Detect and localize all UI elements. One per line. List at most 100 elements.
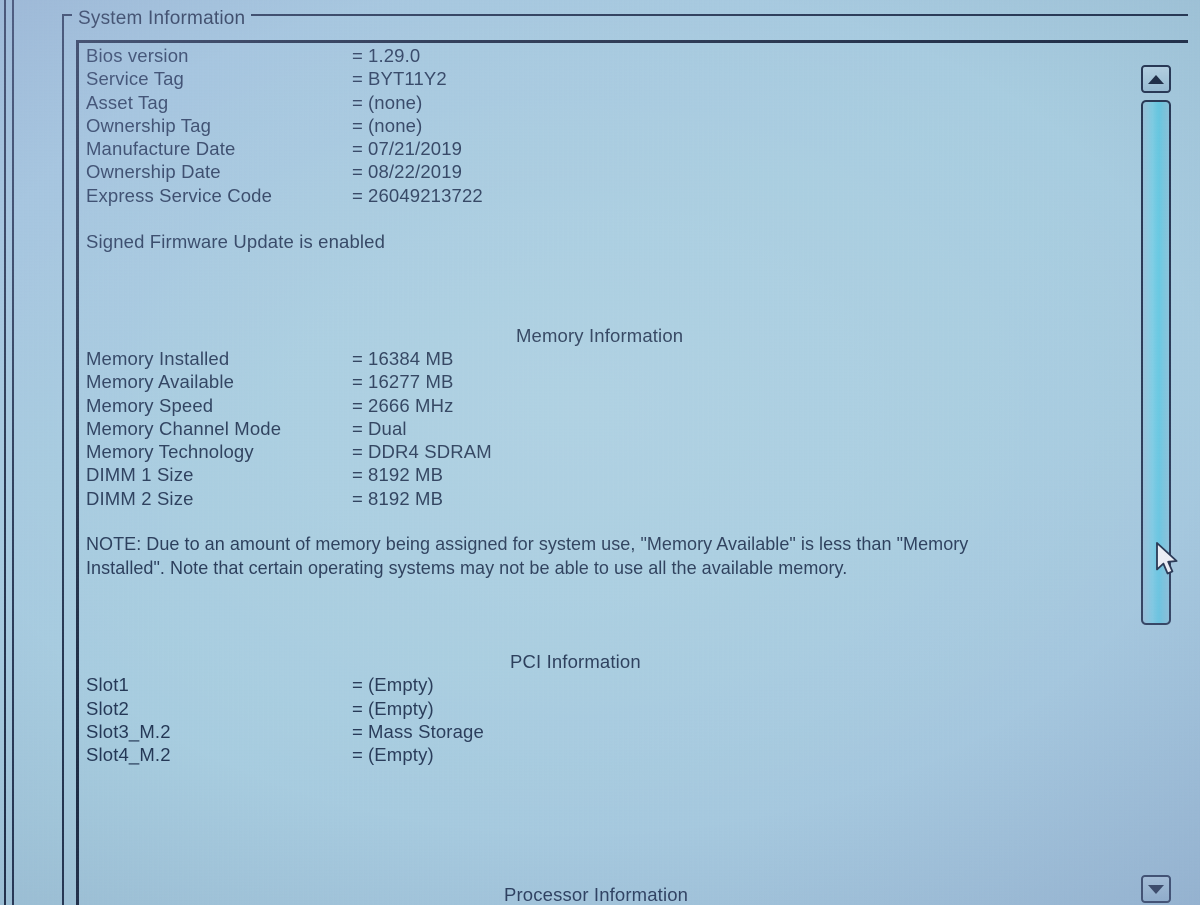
row-value-text: 1.29.0: [368, 45, 421, 66]
row-label: Ownership Tag: [86, 114, 212, 136]
row-value: = (none): [352, 114, 422, 137]
row-label: Ownership Date: [86, 161, 221, 183]
row-value: = 07/21/2019: [352, 137, 462, 160]
table-row: Service Tag = BYT11Y2: [86, 67, 1126, 90]
row-value: = Mass Storage: [352, 720, 484, 743]
row-value: = 08/22/2019: [352, 160, 462, 183]
chevron-down-icon: [1148, 884, 1164, 894]
row-value-text: (none): [368, 114, 423, 136]
equals-sign: =: [352, 371, 363, 393]
row-value-text: 16277 MB: [368, 371, 454, 393]
equals-sign: =: [352, 744, 363, 766]
equals-sign: =: [352, 487, 363, 509]
row-value: = Dual: [352, 417, 407, 440]
row-label: Memory Installed: [86, 347, 230, 369]
row-value: = 1.29.0: [352, 44, 420, 67]
scroll-up-button[interactable]: [1141, 65, 1171, 93]
row-value-text: (Empty): [368, 697, 434, 719]
scroll-down-button[interactable]: [1141, 875, 1171, 903]
equals-sign: =: [352, 347, 363, 369]
table-row: DIMM 1 Size = 8192 MB: [86, 463, 1126, 486]
row-label: Memory Technology: [86, 441, 254, 463]
row-value-text: Dual: [368, 417, 407, 439]
row-value-text: BYT11Y2: [368, 68, 447, 90]
equals-sign: =: [352, 464, 363, 486]
row-label: Memory Available: [86, 371, 235, 393]
row-value-text: (none): [368, 91, 423, 113]
row-value-text: 16384 MB: [368, 347, 454, 369]
table-row: Memory Technology = DDR4 SDRAM: [86, 440, 1126, 463]
screen-bezel-line-outer: [4, 0, 6, 905]
page-title: System Information: [72, 8, 252, 30]
table-row: Slot2 = (Empty): [86, 697, 1126, 720]
row-label: Memory Channel Mode: [86, 417, 282, 439]
memory-note: NOTE: Due to an amount of memory being a…: [86, 534, 969, 578]
signed-firmware-status: Signed Firmware Update is enabled: [86, 231, 386, 253]
table-row: Express Service Code = 26049213722: [86, 184, 1126, 207]
row-value-text: (Empty): [368, 744, 434, 766]
row-value-text: 07/21/2019: [368, 138, 463, 160]
row-value-text: 26049213722: [368, 184, 483, 206]
section-heading-memory: Memory Information: [86, 324, 1126, 347]
row-label: Slot2: [86, 697, 129, 719]
table-row: Manufacture Date = 07/21/2019: [86, 137, 1126, 160]
row-label: Bios version: [86, 45, 189, 66]
table-row: Asset Tag = (none): [86, 91, 1126, 114]
equals-sign: =: [352, 91, 363, 113]
section-heading-pci: PCI Information: [86, 650, 1126, 673]
vertical-scrollbar[interactable]: [1139, 40, 1173, 905]
table-row: Slot1 = (Empty): [86, 673, 1126, 696]
table-row: DIMM 2 Size = 8192 MB: [86, 487, 1126, 510]
table-row: Memory Available = 16277 MB: [86, 370, 1126, 393]
section-heading-processor: Processor Information: [86, 883, 1126, 905]
equals-sign: =: [352, 138, 363, 160]
row-label: DIMM 1 Size: [86, 464, 194, 486]
row-value: = 16277 MB: [352, 370, 454, 393]
table-row: Slot4_M.2 = (Empty): [86, 743, 1126, 766]
table-row: Slot3_M.2 = Mass Storage: [86, 720, 1126, 743]
row-value: = 26049213722: [352, 184, 483, 207]
row-label: DIMM 2 Size: [86, 487, 194, 509]
section-heading-text: PCI Information: [510, 650, 641, 672]
scrollbar-track[interactable]: [1141, 100, 1171, 872]
equals-sign: =: [352, 394, 363, 416]
equals-sign: =: [352, 417, 363, 439]
row-label: Service Tag: [86, 68, 184, 90]
row-value: = BYT11Y2: [352, 67, 447, 90]
table-row: Memory Speed = 2666 MHz: [86, 394, 1126, 417]
row-value: = DDR4 SDRAM: [352, 440, 492, 463]
row-value: = (Empty): [352, 743, 434, 766]
row-value: = 16384 MB: [352, 347, 454, 370]
row-value-text: 2666 MHz: [368, 394, 454, 416]
row-value-text: 08/22/2019: [368, 161, 463, 183]
section-heading-text: Processor Information: [504, 884, 689, 905]
equals-sign: =: [352, 114, 363, 136]
equals-sign: =: [352, 720, 363, 742]
table-row: Ownership Tag = (none): [86, 114, 1126, 137]
screen-bezel-line-inner: [12, 0, 14, 905]
chevron-up-icon: [1148, 74, 1164, 84]
equals-sign: =: [352, 184, 363, 206]
scrollbar-thumb[interactable]: [1141, 100, 1171, 625]
equals-sign: =: [352, 68, 363, 90]
row-value: = (none): [352, 91, 422, 114]
row-value: = 8192 MB: [352, 463, 443, 486]
equals-sign: =: [352, 697, 363, 719]
row-value-text: (Empty): [368, 674, 434, 696]
equals-sign: =: [352, 674, 363, 696]
row-value-text: 8192 MB: [368, 464, 444, 486]
row-label: Express Service Code: [86, 184, 273, 206]
row-label: Manufacture Date: [86, 138, 236, 160]
bios-setup-screen: System Information Bios version = 1.29.0 S…: [0, 0, 1200, 905]
row-label: Asset Tag: [86, 91, 169, 113]
section-heading-text: Memory Information: [516, 324, 684, 346]
row-value: = (Empty): [352, 673, 434, 696]
table-row: Memory Channel Mode = Dual: [86, 417, 1126, 440]
system-information-content: Bios version = 1.29.0 Service Tag = BYT11Y2 …: [86, 44, 1126, 905]
row-value: = (Empty): [352, 697, 434, 720]
row-value: = 2666 MHz: [352, 394, 454, 417]
